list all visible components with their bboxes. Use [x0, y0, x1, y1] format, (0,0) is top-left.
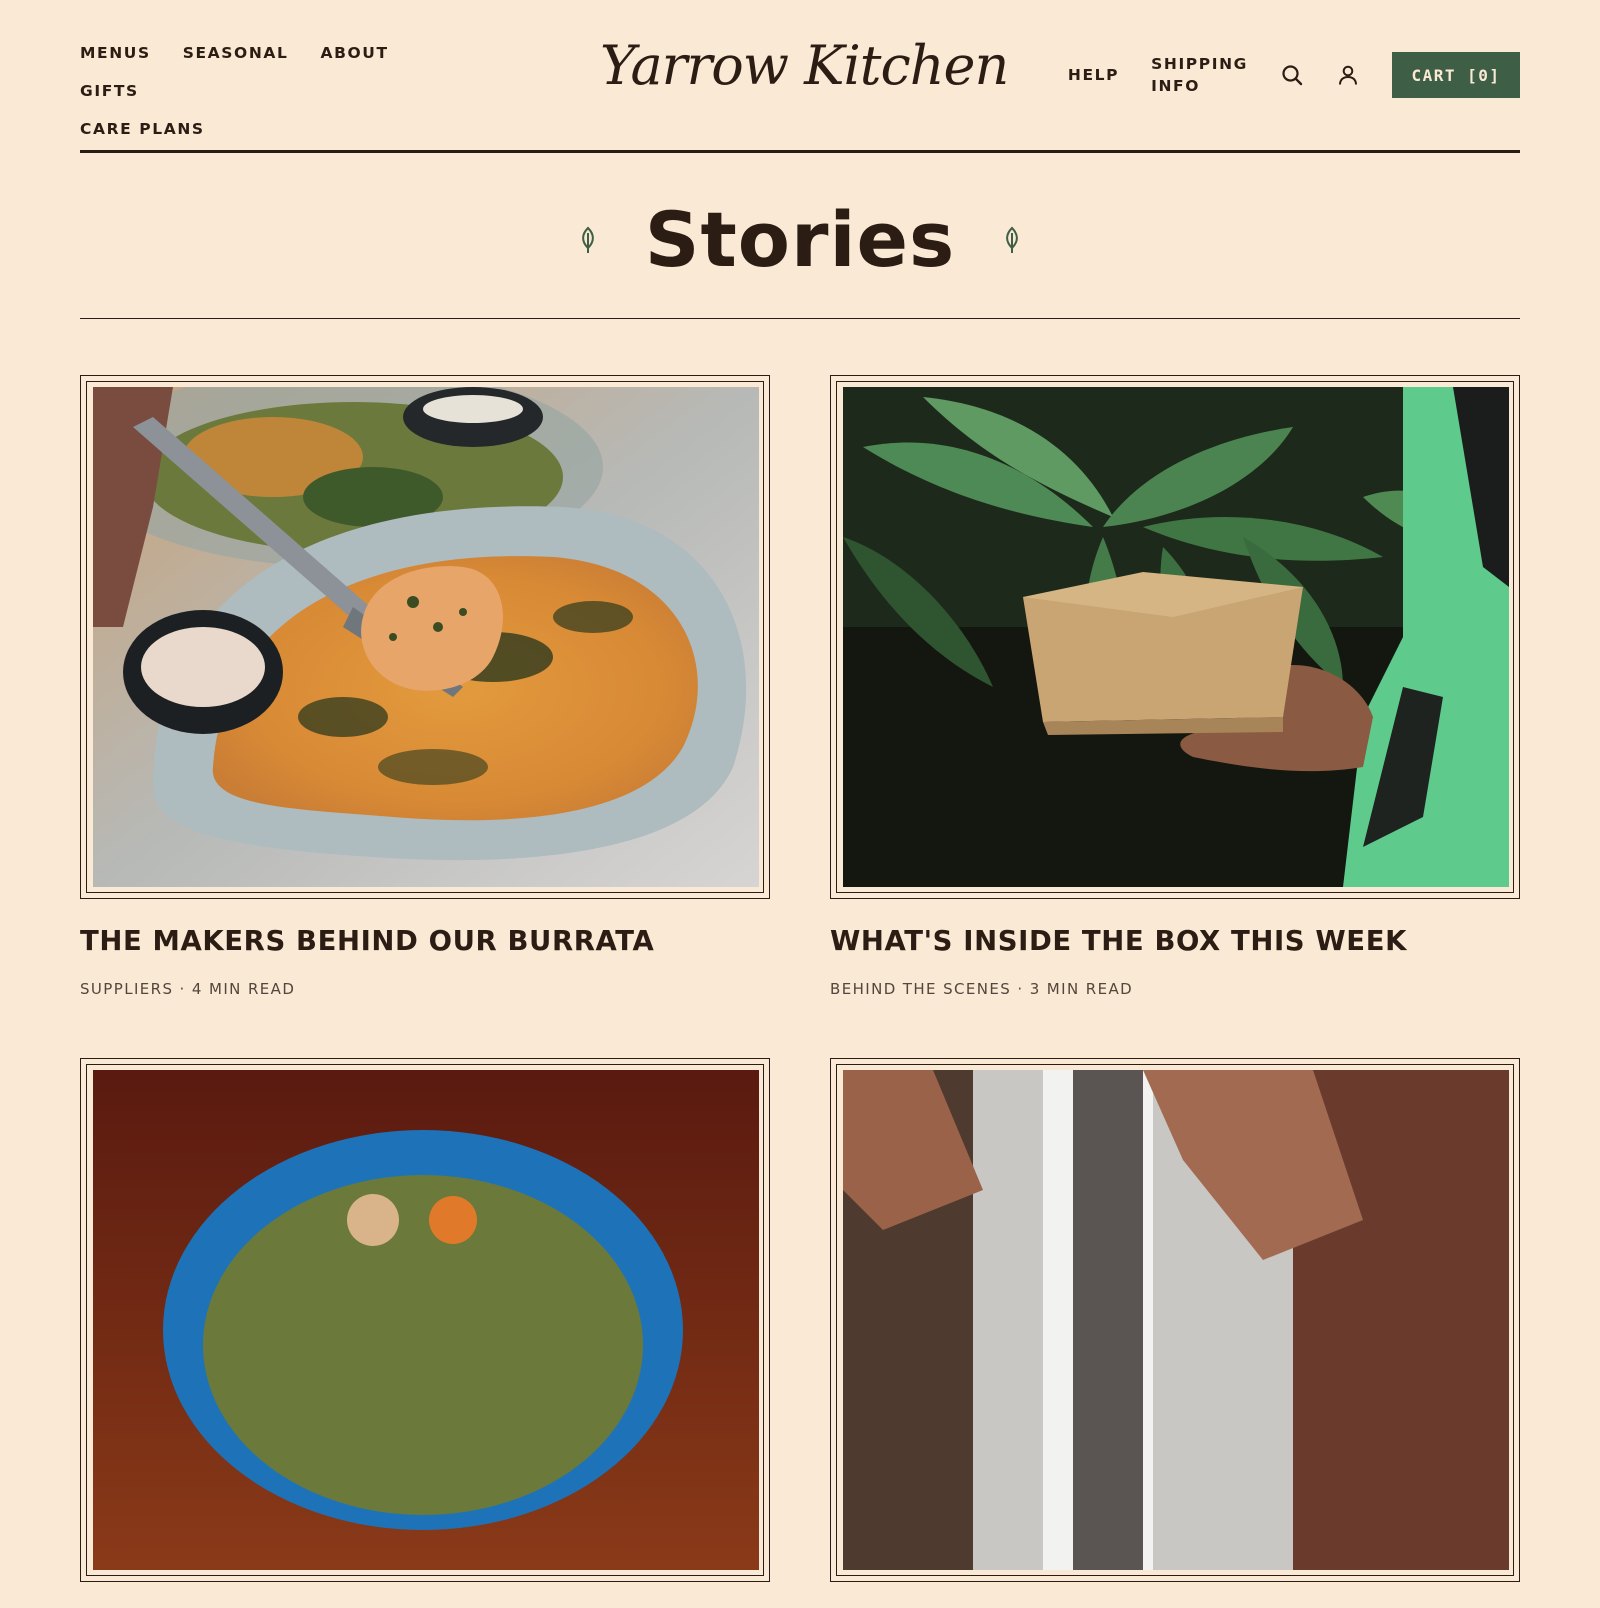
site-header: MENUS SEASONAL ABOUT GIFTS CARE PLANS Yarrow…	[80, 0, 1520, 153]
story-meta: SUPPLIERS · 4 MIN READ	[80, 979, 296, 998]
story-image-frame[interactable]	[80, 1058, 770, 1582]
story-title[interactable]: WHAT'S INSIDE THE BOX THIS WEEK	[830, 925, 1520, 957]
search-icon[interactable]	[1280, 63, 1304, 87]
story-card[interactable]	[80, 1058, 770, 1608]
nav-link-about[interactable]: ABOUT	[320, 44, 388, 62]
nav-link-shipping-info[interactable]: SHIPPING INFO	[1151, 53, 1248, 97]
nav-link-seasonal[interactable]: SEASONAL	[183, 44, 289, 62]
story-card[interactable]	[830, 1058, 1520, 1608]
leaf-icon-right	[1006, 226, 1019, 253]
story-image-frame[interactable]	[830, 375, 1520, 899]
story-image	[93, 387, 759, 887]
shipping-label-line1: SHIPPING	[1151, 55, 1248, 73]
nav-link-gifts[interactable]: GIFTS	[80, 82, 139, 100]
cart-button[interactable]: CART [0]	[1392, 52, 1520, 98]
page-heading: Stories	[80, 150, 1520, 319]
story-meta: BEHIND THE SCENES · 3 MIN READ	[830, 979, 1134, 998]
story-image	[843, 1070, 1509, 1570]
story-image	[93, 1070, 759, 1570]
nav-link-help[interactable]: HELP	[1068, 64, 1119, 86]
page-title: Stories	[644, 195, 956, 284]
secondary-nav: HELP SHIPPING INFO CART [0]	[1068, 0, 1520, 150]
story-card[interactable]: WHAT'S INSIDE THE BOX THIS WEEK BEHIND T…	[830, 375, 1520, 998]
story-image	[843, 387, 1509, 887]
primary-nav: MENUS SEASONAL ABOUT GIFTS CARE PLANS	[80, 44, 500, 158]
story-title[interactable]: THE MAKERS BEHIND OUR BURRATA	[80, 925, 770, 957]
story-card[interactable]: THE MAKERS BEHIND OUR BURRATA SUPPLIERS …	[80, 375, 770, 998]
story-image-frame[interactable]	[80, 375, 770, 899]
nav-link-care-plans[interactable]: CARE PLANS	[80, 120, 205, 138]
nav-link-menus[interactable]: MENUS	[80, 44, 151, 62]
story-image-frame[interactable]	[830, 1058, 1520, 1582]
site-logo[interactable]: Yarrow Kitchen	[600, 34, 1009, 97]
account-icon[interactable]	[1336, 63, 1360, 87]
leaf-icon-left	[581, 226, 594, 253]
shipping-label-line2: INFO	[1151, 77, 1201, 95]
